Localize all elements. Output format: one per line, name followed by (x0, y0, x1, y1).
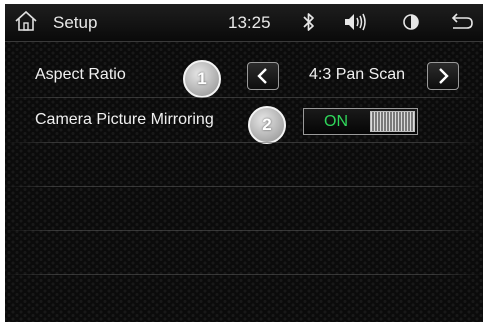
page-title: Setup (53, 13, 98, 32)
callout-badge-2: 2 (248, 106, 286, 144)
chevron-right-icon (439, 68, 449, 84)
aspect-ratio-prev-button[interactable] (247, 62, 279, 90)
camera-mirroring-label: Camera Picture Mirroring (35, 111, 214, 128)
aspect-ratio-value: 4:3 Pan Scan (309, 66, 406, 83)
chevron-left-icon (257, 68, 267, 84)
bluetooth-icon[interactable] (302, 10, 316, 34)
row-divider (5, 186, 483, 187)
row-divider (5, 97, 483, 98)
aspect-ratio-label: Aspect Ratio (35, 66, 126, 83)
clock-time: 13:25 (228, 13, 271, 32)
aspect-ratio-next-button[interactable] (427, 62, 459, 90)
row-divider (5, 274, 483, 275)
setup-screen: Setup 13:25 Aspect Ratio 1 4:3 Pan Scan … (5, 4, 483, 322)
row-divider (5, 230, 483, 231)
volume-icon[interactable] (343, 12, 369, 32)
brightness-icon[interactable] (402, 13, 420, 31)
home-icon[interactable] (14, 10, 38, 32)
toggle-knob[interactable] (370, 111, 415, 132)
status-bar: Setup 13:25 (5, 4, 483, 42)
back-icon[interactable] (449, 12, 475, 32)
toggle-state-label: ON (324, 113, 348, 130)
callout-badge-1: 1 (183, 60, 221, 98)
camera-mirroring-toggle[interactable]: ON (303, 108, 418, 135)
row-divider (5, 142, 483, 143)
